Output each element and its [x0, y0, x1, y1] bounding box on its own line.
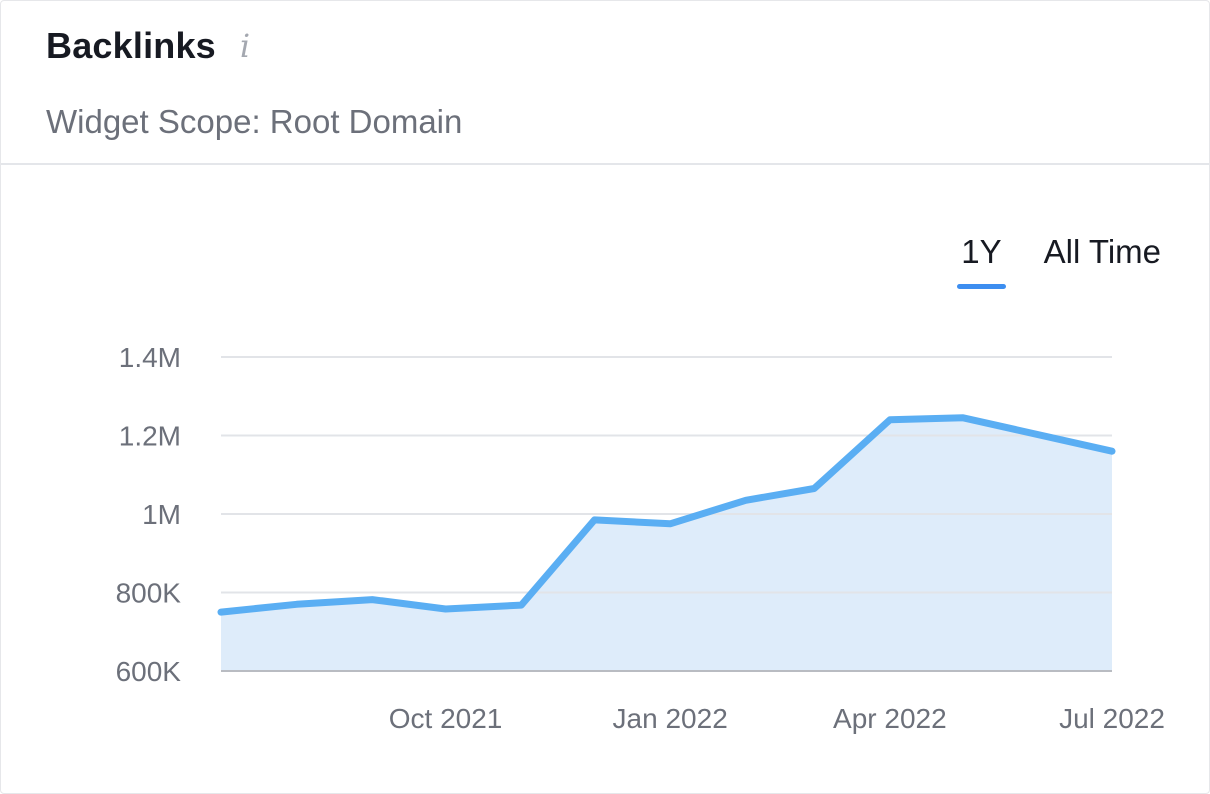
y-tick-label: 1.4M — [119, 342, 181, 373]
x-tick-label: Jul 2022 — [1059, 703, 1165, 734]
backlinks-widget: Backlinks i Widget Scope: Root Domain 1Y… — [0, 0, 1210, 794]
y-tick-label: 1M — [142, 499, 181, 530]
x-tick-label: Jan 2022 — [613, 703, 728, 734]
y-tick-label: 1.2M — [119, 421, 181, 452]
series-area — [221, 417, 1112, 671]
y-tick-label: 600K — [116, 656, 182, 687]
x-tick-label: Apr 2022 — [833, 703, 947, 734]
y-tick-label: 800K — [116, 578, 182, 609]
backlinks-chart: 1.4M 1.2M 1M 800K 600K Oct 2021 Jan 2022 Apr 20… — [116, 342, 1165, 734]
x-tick-label: Oct 2021 — [389, 703, 503, 734]
